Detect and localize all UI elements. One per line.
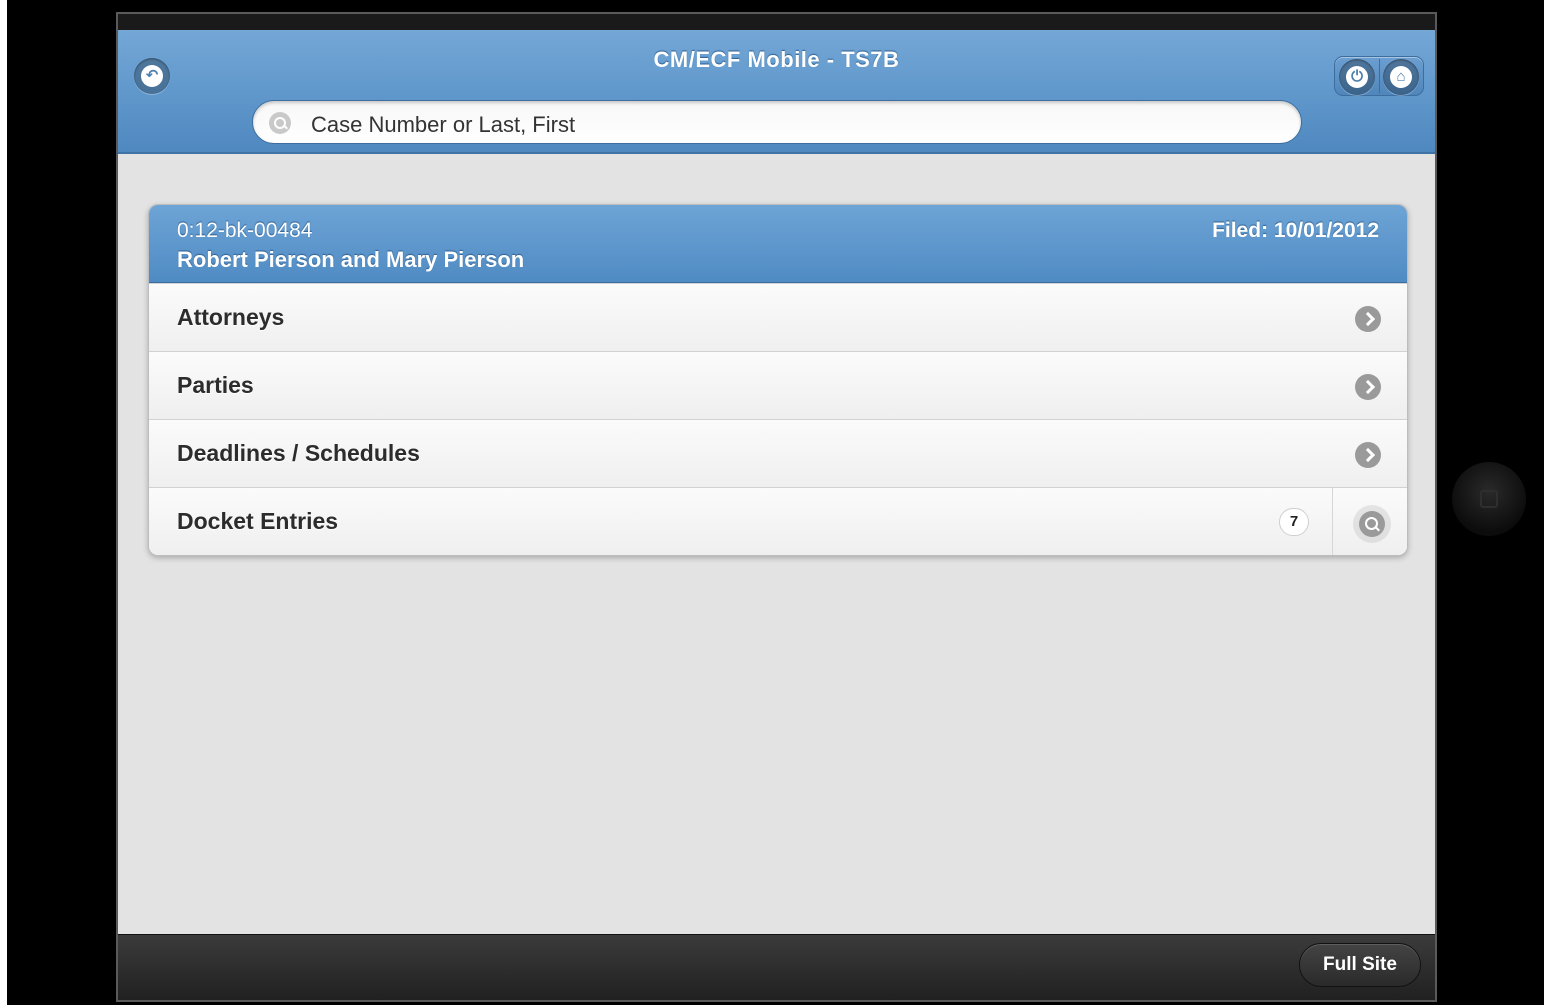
home-square-icon	[1480, 490, 1498, 508]
home-icon: ⌂	[1390, 66, 1412, 88]
case-filed-date: Filed: 10/01/2012	[1212, 219, 1379, 242]
list-item-label: Parties	[177, 372, 254, 398]
home-button[interactable]: ⌂	[1383, 59, 1419, 95]
device-home-button[interactable]	[1452, 462, 1526, 536]
list-item-parties[interactable]: Parties	[149, 351, 1407, 419]
list-item-label: Docket Entries	[177, 508, 339, 534]
search-placeholder: Case Number or Last, First	[311, 112, 576, 137]
count-badge: 7	[1279, 508, 1309, 536]
full-site-button[interactable]: Full Site	[1299, 943, 1421, 987]
search-input[interactable]: Case Number or Last, First	[252, 100, 1302, 144]
chevron-right-icon	[1355, 374, 1381, 400]
case-card: 0:12-bk-00484 Robert Pierson and Mary Pi…	[148, 204, 1408, 556]
app-screen: ↶ CM/ECF Mobile - TS7B ⏻ ⌂ Case Number o…	[116, 12, 1437, 1002]
search-icon	[1359, 511, 1385, 537]
split-divider	[1332, 488, 1333, 555]
app-header: ↶ CM/ECF Mobile - TS7B ⏻ ⌂ Case Number o…	[118, 14, 1435, 154]
list-item-attorneys[interactable]: Attorneys	[149, 283, 1407, 351]
case-header: 0:12-bk-00484 Robert Pierson and Mary Pi…	[149, 205, 1407, 283]
page-title: CM/ECF Mobile - TS7B	[653, 47, 900, 72]
list-item-label: Attorneys	[177, 304, 285, 330]
search-icon	[269, 112, 291, 134]
docket-search-button[interactable]	[1353, 505, 1391, 543]
app-footer: Full Site	[118, 934, 1435, 1000]
header-button-group: ⏻ ⌂	[1334, 56, 1424, 96]
chevron-right-icon	[1355, 306, 1381, 332]
logout-button[interactable]: ⏻	[1339, 59, 1375, 95]
list-item-label: Deadlines / Schedules	[177, 440, 420, 466]
chevron-right-icon	[1355, 442, 1381, 468]
case-parties: Robert Pierson and Mary Pierson	[177, 247, 525, 272]
list-item-docket-entries[interactable]: Docket Entries 7	[149, 487, 1407, 555]
button-divider	[1379, 59, 1380, 93]
power-icon: ⏻	[1346, 66, 1368, 88]
list-item-deadlines-schedules[interactable]: Deadlines / Schedules	[149, 419, 1407, 487]
case-number: 0:12-bk-00484	[177, 219, 313, 242]
